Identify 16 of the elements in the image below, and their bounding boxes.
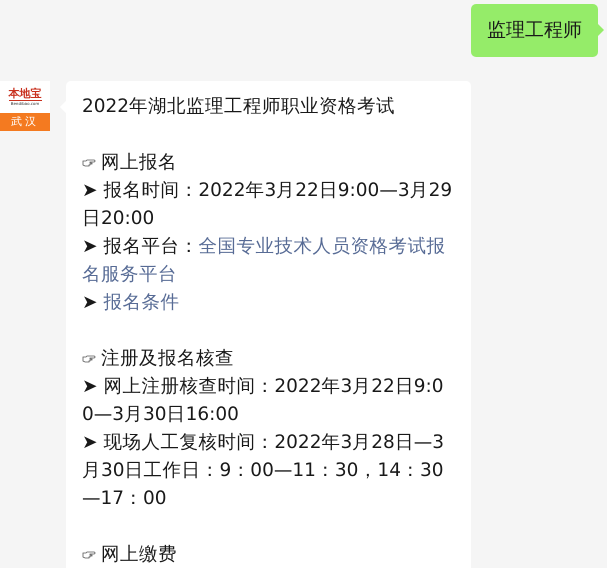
city-label: 武汉	[0, 113, 50, 131]
info-line: ➤ 报名条件	[82, 291, 180, 315]
pointing-hand-icon	[82, 355, 96, 363]
message-title: 2022年湖北监理工程师职业资格考试	[82, 95, 396, 119]
pointing-hand-icon	[82, 159, 96, 167]
pointing-hand-icon	[82, 551, 96, 559]
info-line: ➤ 现场人工复核时间：2022年3月28日—3月30日工作日：9：00—11：30，14：30—17：00	[82, 431, 446, 511]
info-line: ➤ 网上注册核查时间：2022年3月22日9:00—3月30日16:00	[82, 375, 445, 427]
bubble-tail	[598, 24, 604, 36]
section-heading: 网上缴费	[101, 543, 177, 567]
logo-text: 本地宝	[8, 88, 42, 101]
section-heading: 网上报名	[101, 151, 177, 175]
section-heading: 注册及报名核查	[101, 347, 234, 371]
info-line: ➤ 报名时间：2022年3月22日9:00—3月29日20:00	[82, 179, 454, 231]
info-line: ➤ 报名平台：全国专业技术人员资格考试报名服务平台	[82, 235, 446, 287]
message-bubble: 监理工程师	[471, 4, 598, 57]
